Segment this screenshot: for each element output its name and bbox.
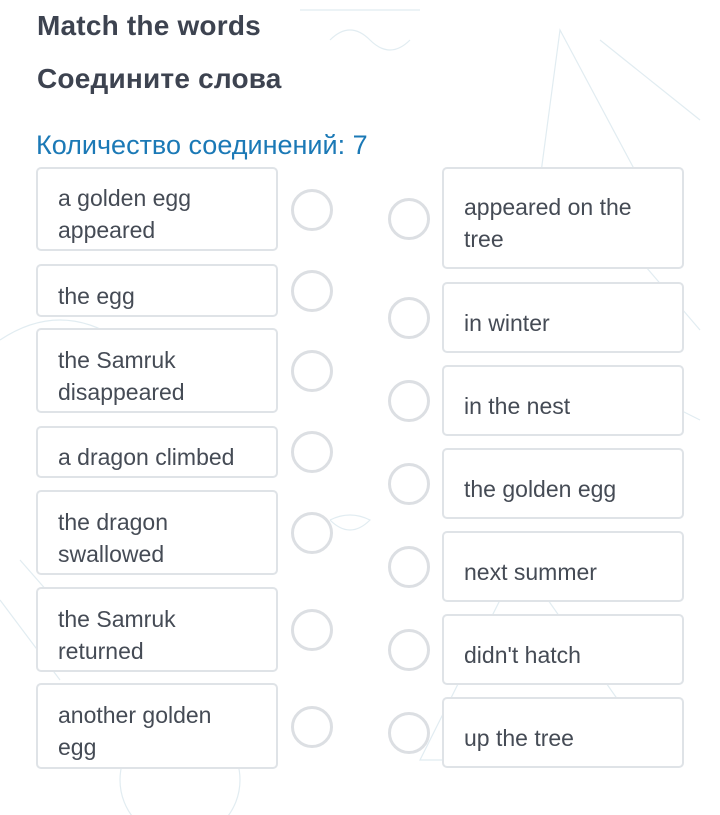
left-connector-6[interactable] <box>291 609 333 651</box>
right-item-label: in the nest <box>464 392 571 419</box>
left-connector-7[interactable] <box>291 706 333 748</box>
left-item-7[interactable]: another golden egg <box>36 683 278 769</box>
left-connector-2[interactable] <box>291 270 333 312</box>
right-item-5[interactable]: next summer <box>442 531 684 602</box>
left-item-label: the Samruk disappeared <box>58 346 185 405</box>
left-item-6[interactable]: the Samruk returned <box>36 587 278 672</box>
left-item-1[interactable]: a golden egg appeared <box>36 167 278 251</box>
right-connector-1[interactable] <box>388 198 430 240</box>
right-item-7[interactable]: up the tree <box>442 697 684 768</box>
right-item-label: next summer <box>464 558 597 585</box>
left-item-2[interactable]: the egg <box>36 264 278 317</box>
left-connector-1[interactable] <box>291 189 333 231</box>
right-item-6[interactable]: didn't hatch <box>442 614 684 685</box>
right-connector-6[interactable] <box>388 629 430 671</box>
left-item-label: a dragon climbed <box>58 444 235 470</box>
left-connector-5[interactable] <box>291 512 333 554</box>
left-item-3[interactable]: the Samruk disappeared <box>36 328 278 413</box>
right-item-label: in winter <box>464 309 550 336</box>
connections-count: Количество соединений: 7 <box>36 130 368 160</box>
left-item-label: the Samruk returned <box>58 605 176 664</box>
right-item-2[interactable]: in winter <box>442 282 684 353</box>
right-item-1[interactable]: appeared on the tree <box>442 167 684 269</box>
right-item-label: didn't hatch <box>464 641 581 668</box>
right-item-label: the golden egg <box>464 475 617 502</box>
right-item-label: up the tree <box>464 724 574 751</box>
page-title: Match the words <box>37 10 261 41</box>
left-item-4[interactable]: a dragon climbed <box>36 426 278 478</box>
left-item-label: another golden egg <box>58 702 212 760</box>
left-item-label: the egg <box>58 282 135 309</box>
right-connector-2[interactable] <box>388 297 430 339</box>
right-item-label: appeared on the tree <box>464 194 632 252</box>
right-connector-5[interactable] <box>388 546 430 588</box>
right-connector-4[interactable] <box>388 463 430 505</box>
right-connector-3[interactable] <box>388 380 430 422</box>
left-connector-3[interactable] <box>291 350 333 392</box>
right-connector-7[interactable] <box>388 712 430 754</box>
left-item-5[interactable]: the dragon swallowed <box>36 490 278 575</box>
left-item-label: a golden egg appeared <box>58 185 192 243</box>
right-item-4[interactable]: the golden egg <box>442 448 684 519</box>
left-connector-4[interactable] <box>291 431 333 473</box>
right-item-3[interactable]: in the nest <box>442 365 684 436</box>
page-subtitle: Соедините слова <box>37 63 282 94</box>
left-item-label: the dragon swallowed <box>58 508 168 567</box>
